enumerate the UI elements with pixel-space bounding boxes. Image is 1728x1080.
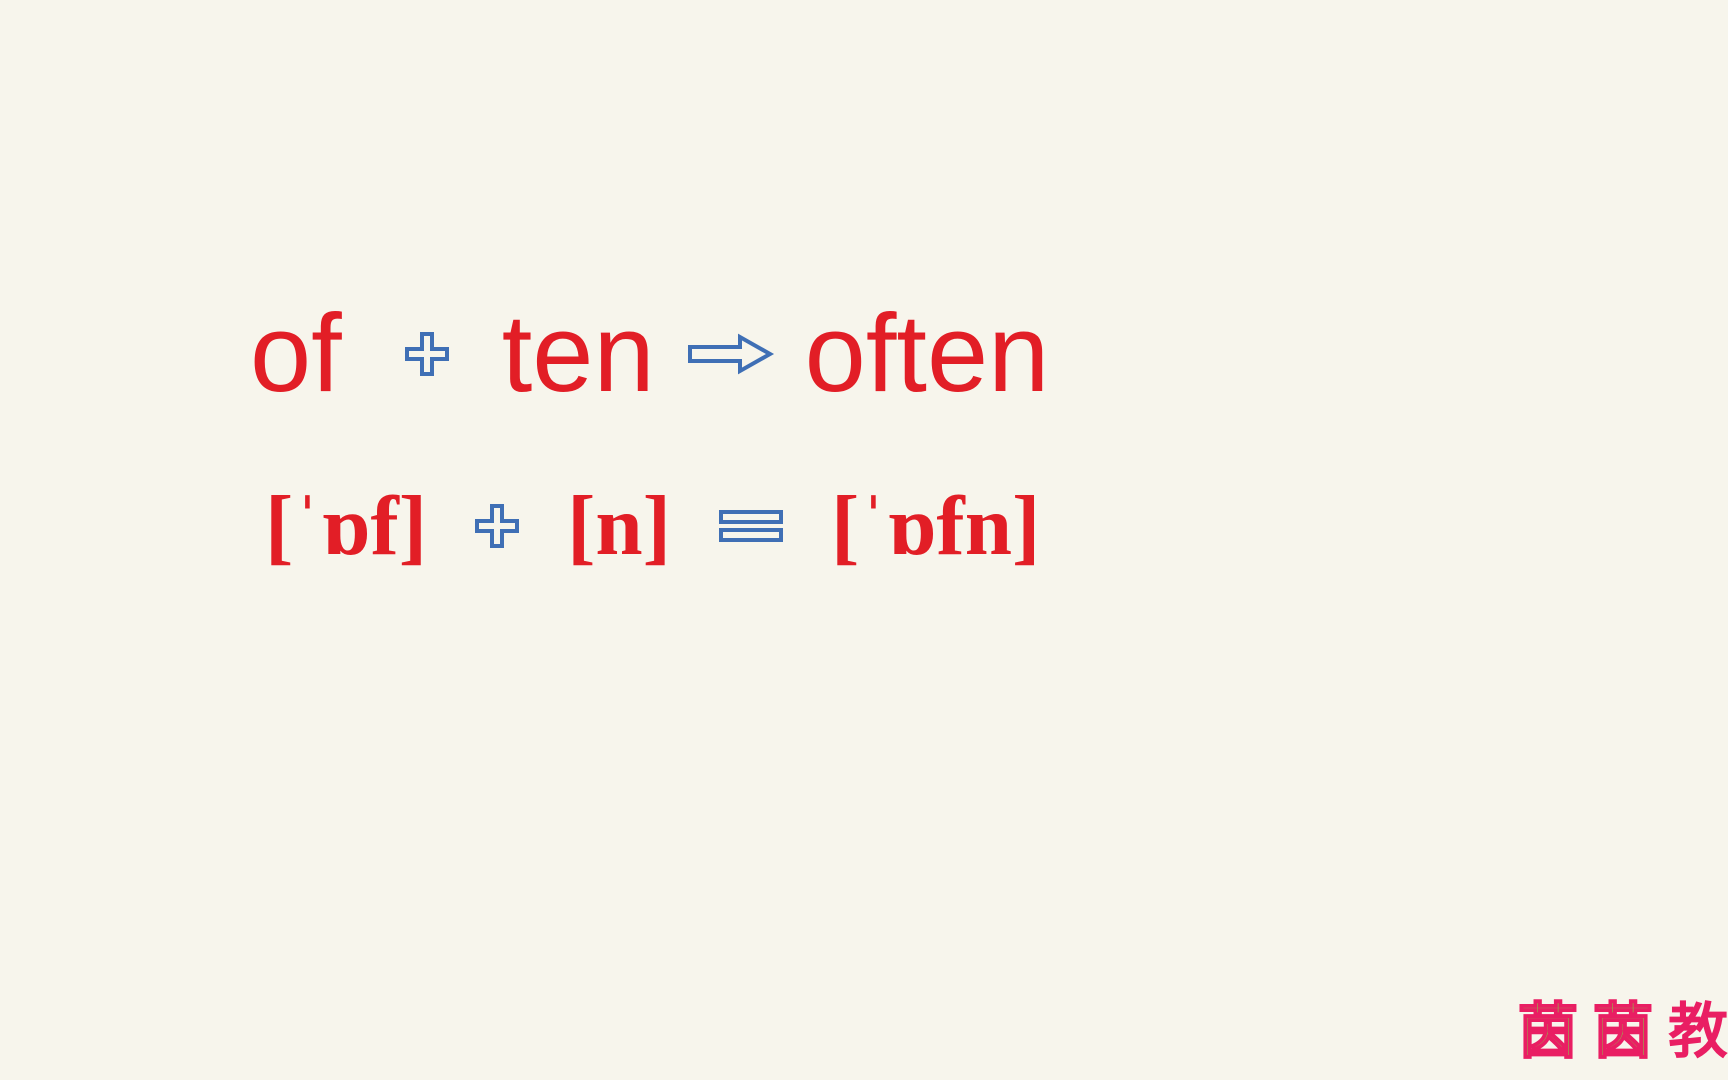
ipa-part-2: [n] [567,477,671,575]
watermark-char-2: 茵 [1593,983,1653,1070]
ipa-formation-row: [ˈɒf] [n] [ˈɒfn] [250,477,1350,575]
ipa-part-1: [ˈɒf] [265,477,427,575]
ipa-result: [ˈɒfn] [831,477,1040,575]
watermark-char-3: 教 [1668,983,1728,1070]
lesson-content: of ten often [ˈɒf] [n] [250,290,1350,635]
watermark: 茵 茵 教 [1518,983,1728,1070]
equals-icon [716,506,786,546]
word-part-2: ten [502,290,655,417]
plus-icon [472,501,522,551]
watermark-char-1: 茵 [1518,983,1578,1070]
arrow-right-icon [685,329,775,379]
word-result: often [805,290,1050,417]
plus-icon [402,329,452,379]
word-part-1: of [250,290,342,417]
word-formation-row: of ten often [250,290,1350,417]
